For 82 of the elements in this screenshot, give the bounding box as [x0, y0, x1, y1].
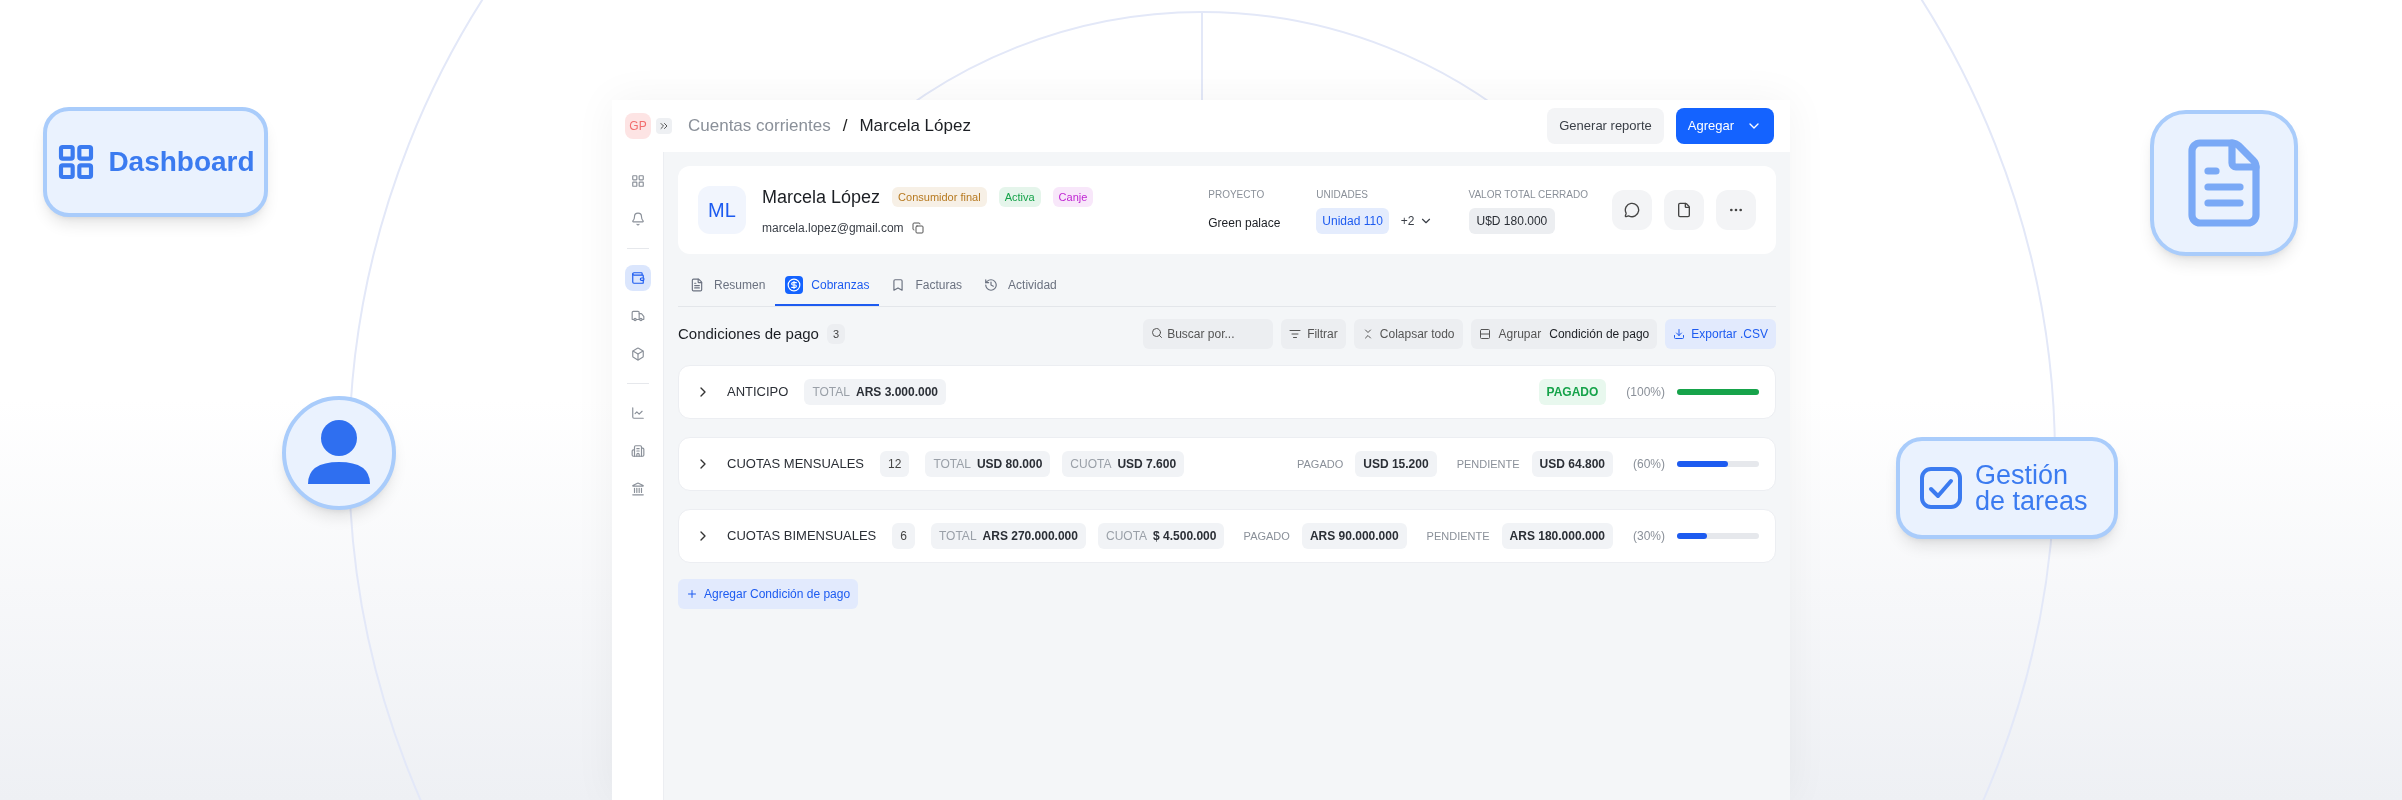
add-button[interactable]: Agregar [1675, 108, 1774, 144]
paid-label: PAGADO [1297, 456, 1344, 472]
report-button[interactable]: Generar reporte [1547, 108, 1664, 144]
export-csv-button[interactable]: Exportar .CSV [1665, 319, 1776, 349]
status-tag: Activa [998, 186, 1041, 208]
condition-name: ANTICIPO [727, 383, 789, 402]
breadcrumb-link[interactable]: Cuentas corrientes [688, 113, 831, 139]
amount-chip: TOTAL ARS 270.000.000 [931, 523, 1086, 549]
dashboard-label: Dashboard [108, 145, 255, 179]
tab[interactable]: Actividad [972, 266, 1067, 306]
condition-name: CUOTAS MENSUALES [727, 455, 864, 474]
project-value: Green palace [1208, 214, 1281, 232]
chat-button[interactable] [1612, 190, 1652, 230]
sidebar-icon [630, 212, 645, 226]
tab[interactable]: Resumen [678, 266, 776, 306]
field-label: PROYECTO [1208, 187, 1266, 202]
more-units-button[interactable]: +2 [1400, 211, 1433, 230]
count-badge: 3 [826, 323, 846, 345]
field-label: VALOR TOTAL CERRADO [1468, 187, 1588, 202]
pending-label: PENDIENTE [1456, 456, 1520, 472]
collapse-all-button[interactable]: Colapsar todo [1353, 319, 1463, 349]
document-button[interactable] [1664, 190, 1704, 230]
sidebar-icon [630, 347, 645, 361]
plus-icon [686, 588, 698, 600]
sidebar-icon [630, 271, 645, 285]
status-badge: PAGADO [1538, 379, 1607, 405]
profile-avatar: ML [698, 186, 746, 234]
tasks-label: Gestión de tareas [1975, 462, 2089, 514]
field-label: UNIDADES [1316, 187, 1369, 202]
sidebar-icon [630, 174, 645, 188]
condition-name: CUOTAS BIMENSUALES [727, 527, 877, 546]
group-by-label: Agrupar [1498, 326, 1542, 343]
percent-text: (60%) [1633, 456, 1665, 473]
status-tag: Consumidor final [892, 186, 987, 208]
search-icon [1151, 327, 1164, 339]
search-field[interactable]: Buscar por... [1143, 319, 1274, 349]
amount-chip: TOTAL ARS 3.000.000 [804, 379, 947, 405]
tab[interactable]: Facturas [879, 266, 973, 306]
unit-chip: Unidad 110 [1316, 207, 1389, 234]
count-badge: 6 [892, 523, 915, 549]
group-by-select[interactable]: Agrupar Condición de pago [1470, 319, 1658, 349]
section-title: Condiciones de pago [678, 323, 819, 344]
double-chevron-icon [658, 120, 670, 132]
filter-button[interactable]: Filtrar [1281, 319, 1346, 349]
tab-icon [984, 278, 999, 292]
tab-icon [690, 278, 704, 292]
expand-sidebar-button[interactable] [656, 118, 672, 134]
tab-icon [891, 278, 906, 292]
chat-icon [1624, 202, 1640, 218]
file-icon [1676, 202, 1692, 218]
paid-amount: ARS 90.000.000 [1301, 523, 1407, 549]
group-by-value: Condición de pago [1549, 326, 1650, 343]
profile-email: marcela.lopez@gmail.com [762, 219, 904, 237]
sidebar-icon [630, 482, 645, 496]
checkbox-icon [1919, 466, 1963, 510]
amount-chip: TOTAL USD 80.000 [925, 451, 1051, 477]
pending-label: PENDIENTE [1426, 528, 1490, 544]
copy-icon[interactable] [911, 221, 924, 234]
pending-amount: USD 64.800 [1531, 451, 1613, 477]
amount-chip: CUOTA $ 4.500.000 [1097, 523, 1225, 549]
profile-name: Marcela López [762, 185, 881, 209]
amount-chip: CUOTA USD 7.600 [1062, 451, 1185, 477]
download-icon [1673, 328, 1686, 340]
paid-label: PAGADO [1243, 528, 1290, 544]
breadcrumb-current: Marcela López [859, 115, 971, 138]
tab-icon [787, 278, 802, 292]
paid-amount: USD 15.200 [1355, 451, 1437, 477]
percent-text: (30%) [1633, 528, 1665, 545]
group-icon [1478, 328, 1491, 340]
pending-amount: ARS 180.000.000 [1501, 523, 1613, 549]
filter-icon [1289, 328, 1302, 340]
sidebar-icon [630, 406, 645, 420]
tab[interactable]: Cobranzas [775, 266, 880, 306]
sidebar-item[interactable] [624, 265, 651, 291]
total-value: U$D 180.000 [1468, 207, 1556, 234]
status-tag: Canje [1052, 186, 1094, 208]
sidebar-icon [630, 444, 645, 458]
breadcrumb-separator: / [842, 115, 848, 138]
add-condition-button[interactable]: Agregar Condición de pago [678, 579, 859, 609]
percent-text: (100%) [1626, 384, 1665, 401]
sidebar-icon [630, 309, 645, 323]
count-badge: 12 [880, 451, 910, 477]
